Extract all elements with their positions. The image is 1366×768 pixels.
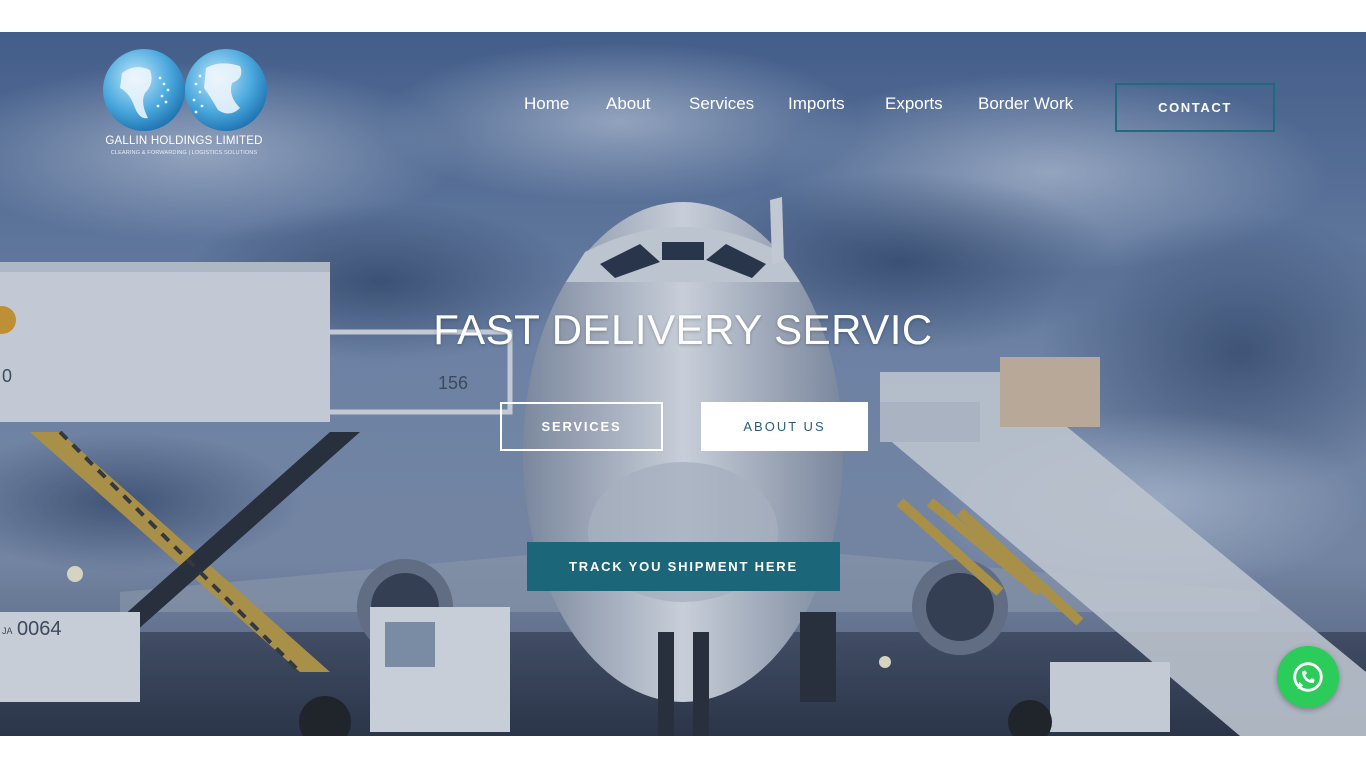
nav-item-imports[interactable]: Imports (788, 94, 845, 114)
hero-headline: FAST DELIVERY SERVIC (433, 306, 933, 353)
about-us-button[interactable]: ABOUT US (701, 402, 868, 451)
bottom-whitespace (0, 736, 1366, 768)
nav-item-home[interactable]: Home (524, 94, 569, 114)
track-shipment-button[interactable]: TRACK YOU SHIPMENT HERE (527, 542, 840, 591)
nav-item-exports[interactable]: Exports (885, 94, 943, 114)
services-button[interactable]: SERVICES (500, 402, 663, 451)
brand-name: GALLIN HOLDINGS LIMITED (105, 135, 263, 147)
brand-tagline: CLEARING & FORWARDING | LOGISTICS SOLUTI… (110, 150, 258, 156)
whatsapp-chat-button[interactable] (1277, 646, 1339, 708)
nav-item-about[interactable]: About (606, 94, 650, 114)
nav-item-services[interactable]: Services (689, 94, 754, 114)
nav-item-border-work[interactable]: Border Work (978, 94, 1073, 114)
top-whitespace (0, 0, 1366, 32)
hero-section: 156 0 JA 0064 GALLIN HOLDINGS LIMITED CL… (0, 32, 1366, 736)
globe-logo-icon (103, 49, 267, 131)
contact-button[interactable]: CONTACT (1115, 83, 1275, 132)
whatsapp-icon (1293, 662, 1323, 692)
brand-logo[interactable]: GALLIN HOLDINGS LIMITED CLEARING & FORWA… (96, 48, 272, 160)
